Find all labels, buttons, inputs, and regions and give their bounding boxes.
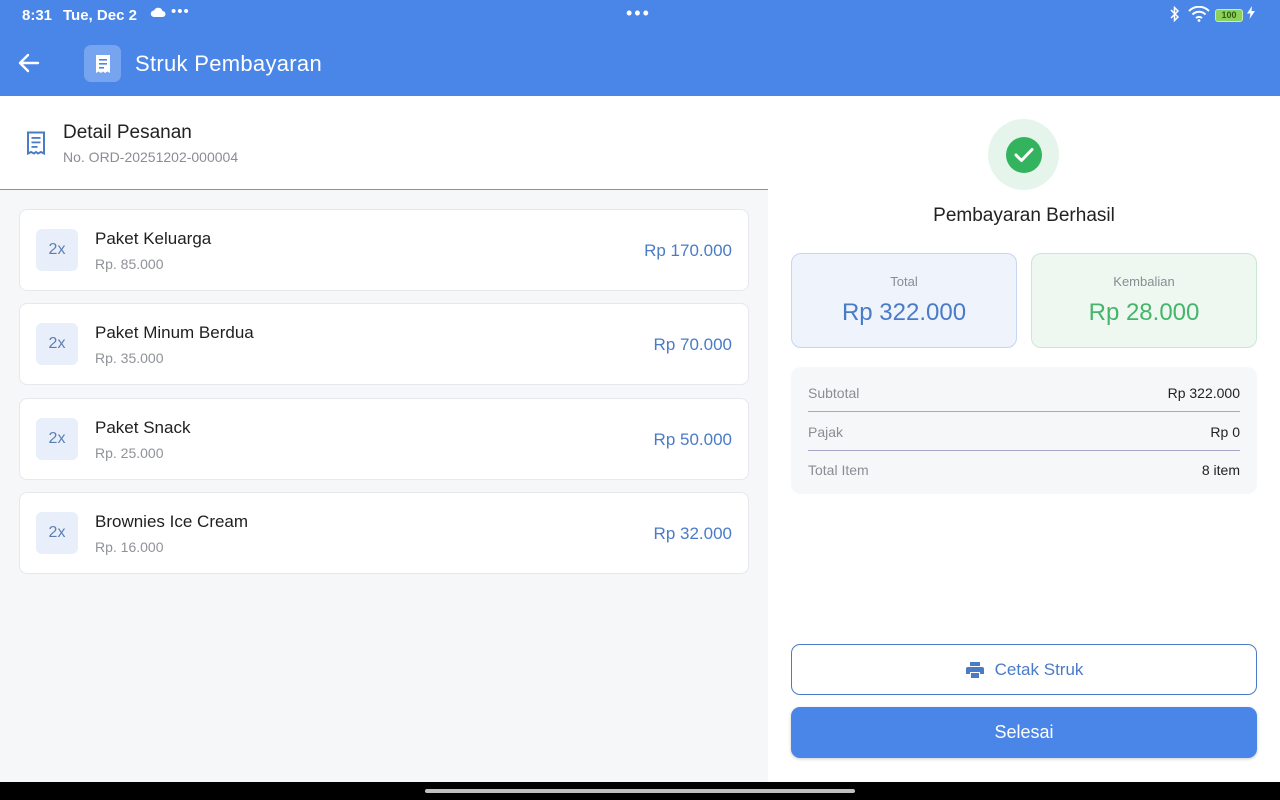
item-quantity-badge: 2x <box>36 229 78 271</box>
receipt-icon <box>25 131 47 160</box>
list-item: 2x Paket Keluarga Rp. 85.000 Rp 170.000 <box>19 209 749 291</box>
change-label: Kembalian <box>1113 274 1175 289</box>
item-quantity-badge: 2x <box>36 323 78 365</box>
wifi-icon <box>1188 5 1210 26</box>
status-time: 8:31 <box>22 7 53 24</box>
item-unit-price: Rp. 16.000 <box>95 539 164 555</box>
tax-row: Pajak Rp 0 <box>808 412 1240 451</box>
payment-panel: Pembayaran Berhasil Total Rp 322.000 Kem… <box>768 96 1280 782</box>
battery-icon: 100 <box>1215 9 1243 22</box>
print-receipt-button[interactable]: Cetak Struk <box>791 644 1257 695</box>
item-unit-price: Rp. 35.000 <box>95 350 164 366</box>
success-badge <box>988 119 1059 190</box>
cloud-icon <box>150 5 166 21</box>
item-name: Paket Minum Berdua <box>95 323 254 342</box>
item-total: Rp 32.000 <box>653 524 732 543</box>
payment-details: Subtotal Rp 322.000 Pajak Rp 0 Total Ite… <box>791 367 1257 494</box>
charging-icon <box>1247 6 1255 22</box>
print-receipt-label: Cetak Struk <box>994 659 1084 679</box>
done-label: Selesai <box>994 722 1054 742</box>
order-title: Detail Pesanan <box>63 122 192 143</box>
page-title: Struk Pembayaran <box>135 51 322 76</box>
item-unit-price: Rp. 25.000 <box>95 445 164 461</box>
subtotal-row: Subtotal Rp 322.000 <box>808 373 1240 412</box>
list-item: 2x Paket Snack Rp. 25.000 Rp 50.000 <box>19 398 749 480</box>
status-bar: 8:31 Tue, Dec 2 ••• ••• 100 <box>0 0 1280 30</box>
order-header: Detail Pesanan No. ORD-20251202-000004 <box>0 96 768 190</box>
tax-label: Pajak <box>808 424 844 440</box>
bluetooth-icon <box>1170 5 1180 26</box>
home-gesture-handle[interactable] <box>425 789 855 793</box>
multitask-dots-icon[interactable]: ••• <box>626 3 651 24</box>
payment-status-text: Pembayaran Berhasil <box>933 205 1115 226</box>
total-label: Total <box>890 274 918 289</box>
total-card: Total Rp 322.000 <box>791 253 1017 348</box>
order-panel: Detail Pesanan No. ORD-20251202-000004 2… <box>0 96 768 782</box>
total-items-value: 8 item <box>1201 462 1240 478</box>
item-unit-price: Rp. 85.000 <box>95 256 164 272</box>
change-card: Kembalian Rp 28.000 <box>1031 253 1257 348</box>
notification-more-icon: ••• <box>171 3 190 20</box>
back-button[interactable] <box>18 46 48 80</box>
tax-value: Rp 0 <box>1210 424 1240 440</box>
item-name: Paket Snack <box>95 418 191 437</box>
total-items-label: Total Item <box>808 462 869 478</box>
item-quantity-badge: 2x <box>36 418 78 460</box>
order-number: No. ORD-20251202-000004 <box>63 149 239 165</box>
change-value: Rp 28.000 <box>1088 299 1200 326</box>
item-quantity-badge: 2x <box>36 512 78 554</box>
item-total: Rp 170.000 <box>644 241 732 260</box>
item-name: Paket Keluarga <box>95 229 212 248</box>
subtotal-value: Rp 322.000 <box>1167 385 1240 401</box>
system-nav-bar <box>0 782 1280 800</box>
arrow-left-icon <box>18 53 40 73</box>
status-date: Tue, Dec 2 <box>63 7 137 24</box>
top-bar: 8:31 Tue, Dec 2 ••• ••• 100 Struk Pembay… <box>0 0 1280 96</box>
list-item: 2x Brownies Ice Cream Rp. 16.000 Rp 32.0… <box>19 492 749 574</box>
item-total: Rp 70.000 <box>653 335 732 354</box>
total-value: Rp 322.000 <box>841 299 967 326</box>
subtotal-label: Subtotal <box>808 385 860 401</box>
item-total: Rp 50.000 <box>653 430 732 449</box>
printer-icon <box>965 661 985 679</box>
receipt-icon <box>84 45 121 82</box>
done-button[interactable]: Selesai <box>791 707 1257 758</box>
item-name: Brownies Ice Cream <box>95 512 249 531</box>
list-item: 2x Paket Minum Berdua Rp. 35.000 Rp 70.0… <box>19 303 749 385</box>
total-items-row: Total Item 8 item <box>808 450 1240 489</box>
app-bar: Struk Pembayaran <box>0 30 1280 96</box>
check-circle-icon <box>1005 136 1042 173</box>
